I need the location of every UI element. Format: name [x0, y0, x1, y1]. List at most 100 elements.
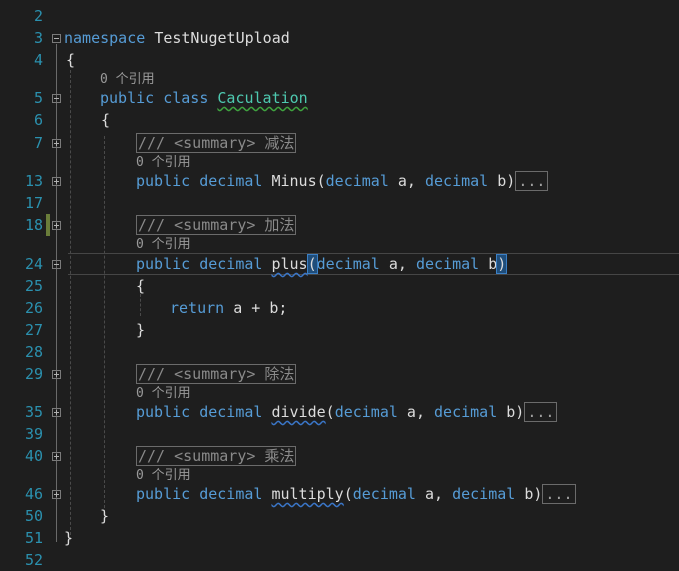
param-name: a, — [397, 403, 435, 421]
line-number: 50 — [24, 507, 43, 525]
expand-toggle-icon[interactable] — [52, 370, 61, 379]
line-number: 28 — [24, 343, 43, 361]
method-name: plus — [271, 255, 308, 273]
line-number: 3 — [33, 29, 43, 47]
method-name: divide — [271, 403, 326, 421]
public-keyword: public — [136, 172, 191, 190]
param-type: decimal — [425, 172, 489, 190]
collapsed-summary-comment[interactable]: /// <summary> 乘法 — [136, 446, 297, 466]
codelens-reference[interactable]: 0 个引用 — [136, 468, 191, 484]
open-brace: { — [136, 277, 146, 295]
collapsed-summary-comment[interactable]: /// <summary> 加法 — [136, 215, 297, 235]
public-keyword: public — [100, 89, 155, 107]
collapsed-body-button[interactable]: ... — [542, 484, 576, 504]
code-line[interactable]: 26 return a + b; — [0, 297, 679, 319]
line-number: 18 — [24, 216, 43, 234]
line-number: 24 — [24, 255, 43, 273]
collapsed-body-button[interactable]: ... — [524, 402, 558, 422]
expand-toggle-icon[interactable] — [52, 408, 61, 417]
code-line[interactable]: 5 public class Caculation — [0, 87, 679, 109]
class-name: Caculation — [217, 89, 308, 107]
open-paren: ( — [306, 254, 318, 274]
open-paren: ( — [343, 485, 353, 503]
collapsed-summary-comment[interactable]: /// <summary> 除法 — [136, 364, 297, 384]
code-line[interactable]: 50 } — [0, 505, 679, 527]
collapse-toggle-icon[interactable] — [52, 34, 61, 43]
decimal-keyword: decimal — [199, 255, 263, 273]
line-number: 13 — [24, 172, 43, 190]
close-brace: } — [100, 507, 110, 525]
code-line[interactable]: 3 namespace TestNugetUpload — [0, 27, 679, 49]
line-number: 5 — [33, 89, 43, 107]
line-number: 7 — [33, 134, 43, 152]
return-expression: a + b; — [224, 299, 288, 317]
code-line[interactable]: 4 { — [0, 49, 679, 71]
expand-toggle-icon[interactable] — [52, 490, 61, 499]
param-type: decimal — [352, 485, 416, 503]
code-line[interactable]: 13 public decimal Minus(decimal a, decim… — [0, 170, 679, 192]
decimal-keyword: decimal — [199, 172, 263, 190]
open-paren: ( — [316, 172, 326, 190]
code-line: 28 — [0, 341, 679, 363]
line-number: 6 — [33, 111, 43, 129]
param-name: a, — [415, 485, 453, 503]
line-number: 26 — [24, 299, 43, 317]
open-brace: { — [66, 51, 76, 69]
code-line: 17 — [0, 192, 679, 214]
code-line[interactable]: 46 public decimal multiply(decimal a, de… — [0, 483, 679, 505]
decimal-keyword: decimal — [199, 403, 263, 421]
collapse-toggle-icon[interactable] — [52, 94, 61, 103]
code-line: 39 — [0, 423, 679, 445]
param-name: b) — [515, 485, 543, 503]
open-brace: { — [101, 111, 111, 129]
codelens-reference[interactable]: 0 个引用 — [136, 155, 191, 171]
param-name: a, — [388, 172, 425, 190]
line-number: 46 — [24, 485, 43, 503]
code-line[interactable]: 27 } — [0, 319, 679, 341]
param-type: decimal — [452, 485, 516, 503]
line-number: 4 — [33, 51, 43, 69]
line-number: 27 — [24, 321, 43, 339]
code-line[interactable]: 51 } — [0, 527, 679, 549]
codelens-reference[interactable]: 0 个引用 — [100, 72, 155, 88]
public-keyword: public — [136, 403, 191, 421]
param-type: decimal — [415, 255, 480, 273]
code-line[interactable]: 24 public decimal plus(decimal a, decima… — [0, 253, 679, 275]
expand-toggle-icon[interactable] — [52, 221, 61, 230]
code-line: 52 — [0, 549, 679, 571]
close-paren: ) — [496, 254, 508, 274]
code-line[interactable]: 35 public decimal divide(decimal a, deci… — [0, 401, 679, 423]
class-keyword: class — [163, 89, 209, 107]
close-brace: } — [136, 321, 146, 339]
param-type: decimal — [325, 172, 389, 190]
expand-toggle-icon[interactable] — [52, 452, 61, 461]
namespace-name: TestNugetUpload — [154, 29, 290, 47]
code-line[interactable]: 29 /// <summary> 除法 — [0, 363, 679, 385]
code-line[interactable]: 25 { — [0, 275, 679, 297]
decimal-keyword: decimal — [199, 485, 263, 503]
param-type: decimal — [316, 255, 380, 273]
expand-toggle-icon[interactable] — [52, 177, 61, 186]
open-paren: ( — [325, 403, 335, 421]
namespace-keyword: namespace — [64, 29, 146, 47]
close-brace: } — [64, 529, 74, 547]
public-keyword: public — [136, 485, 191, 503]
code-line[interactable]: 7 /// <summary> 减法 — [0, 132, 679, 154]
code-line[interactable]: 40 /// <summary> 乘法 — [0, 445, 679, 467]
codelens-reference[interactable]: 0 个引用 — [136, 237, 191, 253]
param-name: b — [479, 255, 498, 273]
line-number: 39 — [24, 425, 43, 443]
return-keyword: return — [170, 299, 225, 317]
collapsed-summary-comment[interactable]: /// <summary> 减法 — [136, 133, 297, 153]
line-number: 2 — [33, 7, 43, 25]
collapse-toggle-icon[interactable] — [52, 260, 61, 269]
method-name: multiply — [271, 485, 344, 503]
codelens-reference[interactable]: 0 个引用 — [136, 386, 191, 402]
line-number: 35 — [24, 403, 43, 421]
code-line[interactable]: 18 /// <summary> 加法 — [0, 214, 679, 236]
expand-toggle-icon[interactable] — [52, 139, 61, 148]
method-name: Minus — [271, 172, 317, 190]
code-line: 2 — [0, 5, 679, 27]
collapsed-body-button[interactable]: ... — [515, 171, 549, 191]
code-line[interactable]: 6 { — [0, 109, 679, 131]
